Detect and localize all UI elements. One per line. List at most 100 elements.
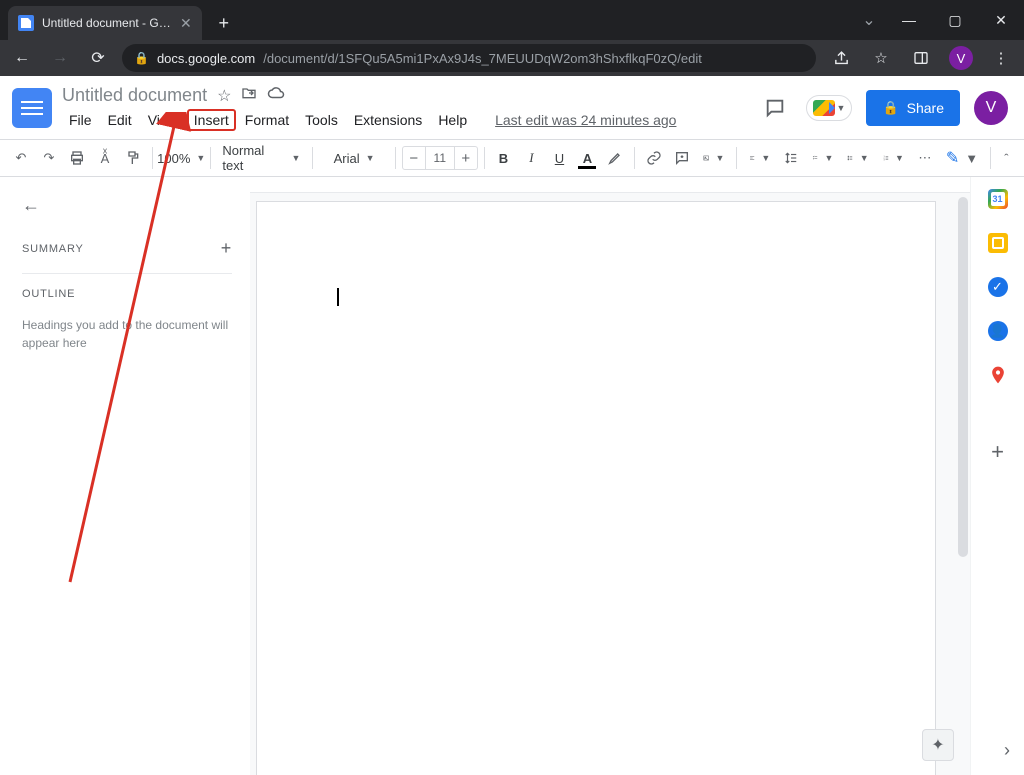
menu-extensions[interactable]: Extensions — [347, 109, 429, 131]
menu-file[interactable]: File — [62, 109, 99, 131]
chevron-down-icon: ▼ — [715, 153, 724, 163]
divider — [22, 273, 232, 274]
paint-format-button[interactable] — [120, 145, 146, 171]
tab-close-icon[interactable]: ✕ — [180, 15, 192, 32]
menu-help[interactable]: Help — [431, 109, 474, 131]
window-minimize-button[interactable]: ― — [886, 4, 932, 36]
more-tools-button[interactable]: ⋯ — [912, 145, 938, 171]
meet-button[interactable]: ▼ — [806, 95, 853, 121]
meet-camera-icon — [813, 100, 835, 116]
doc-title[interactable]: Untitled document — [62, 85, 207, 106]
paragraph-style-select[interactable]: Normal text ▼ — [216, 145, 306, 171]
redo-button[interactable]: ↷ — [36, 145, 62, 171]
menu-insert[interactable]: Insert — [187, 109, 236, 131]
nav-back-button[interactable]: ← — [8, 44, 36, 72]
last-edit-link[interactable]: Last edit was 24 minutes ago — [488, 109, 683, 131]
outline-heading: OUTLINE — [22, 288, 232, 300]
share-page-icon[interactable] — [826, 44, 856, 72]
add-comment-button[interactable] — [669, 145, 695, 171]
explore-button[interactable]: ✦ — [922, 729, 954, 761]
comment-history-icon[interactable] — [758, 91, 792, 125]
text-color-button[interactable]: A — [574, 145, 600, 171]
menu-view[interactable]: View — [141, 109, 185, 131]
show-side-panel-button[interactable]: › — [1004, 740, 1010, 761]
doc-header: Untitled document ☆ File Edit View Inser… — [0, 76, 1024, 131]
share-button[interactable]: 🔒 Share — [866, 90, 960, 126]
account-avatar[interactable]: V — [974, 91, 1008, 125]
style-value: Normal text — [222, 143, 285, 173]
keep-icon[interactable] — [988, 233, 1008, 253]
outline-empty-hint: Headings you add to the document will ap… — [22, 316, 232, 352]
docs-favicon — [18, 15, 34, 31]
pencil-icon: ✎ — [946, 148, 959, 168]
document-canvas[interactable] — [250, 177, 970, 775]
numbered-list-button[interactable]: 123▼ — [877, 145, 910, 171]
browser-tab[interactable]: Untitled document - Google Doc ✕ — [8, 6, 202, 40]
horizontal-ruler[interactable] — [250, 177, 970, 193]
font-value: Arial — [334, 151, 360, 166]
bold-button[interactable]: B — [490, 145, 516, 171]
align-button[interactable]: ▼ — [743, 145, 776, 171]
font-select[interactable]: Arial▼ — [319, 145, 389, 171]
add-summary-button[interactable]: + — [221, 238, 232, 259]
outline-collapse-button[interactable]: ← — [22, 195, 232, 216]
menu-format[interactable]: Format — [238, 109, 296, 131]
window-controls: ⌄ ― ▢ ✕ — [852, 0, 1024, 40]
chevron-down-icon: ▼ — [291, 153, 300, 163]
italic-button[interactable]: I — [518, 145, 544, 171]
font-size-decrease[interactable]: − — [403, 150, 425, 167]
menu-bar: File Edit View Insert Format Tools Exten… — [62, 109, 683, 131]
maps-icon[interactable] — [988, 365, 1008, 385]
cloud-status-icon[interactable] — [267, 84, 285, 107]
print-button[interactable] — [64, 145, 90, 171]
insert-image-button[interactable]: ▼ — [697, 145, 730, 171]
vertical-scrollbar[interactable] — [958, 197, 968, 557]
new-tab-button[interactable]: + — [210, 9, 238, 37]
bookmark-star-icon[interactable]: ☆ — [866, 44, 896, 72]
font-size-control: − 11 + — [402, 146, 478, 170]
get-addons-button[interactable]: + — [991, 439, 1004, 465]
profile-avatar[interactable]: V — [946, 44, 976, 72]
line-spacing-button[interactable] — [778, 145, 804, 171]
zoom-select[interactable]: 100%▼ — [159, 145, 204, 171]
hide-menus-button[interactable]: ˆ — [997, 151, 1016, 166]
bulleted-list-button[interactable]: ▼ — [841, 145, 874, 171]
underline-button[interactable]: U — [546, 145, 572, 171]
chrome-menu-icon[interactable]: ⋮ — [986, 44, 1016, 72]
menu-edit[interactable]: Edit — [101, 109, 139, 131]
move-icon[interactable] — [241, 85, 257, 106]
menu-tools[interactable]: Tools — [298, 109, 345, 131]
account-initial: V — [986, 99, 997, 117]
side-panel-rail: 31 ✓ 👤 + — [970, 177, 1024, 775]
omnibox[interactable]: 🔒 docs.google.com/document/d/1SFQu5A5mi1… — [122, 44, 816, 72]
font-size-input[interactable]: 11 — [425, 147, 455, 169]
chevron-down-icon: ▼ — [825, 153, 834, 163]
formatting-toolbar: ↶ ↷ Aͯ 100%▼ Normal text▼ Arial▼ − 11 + … — [0, 139, 1024, 177]
browser-titlebar: Untitled document - Google Doc ✕ + ⌄ ― ▢… — [0, 0, 1024, 40]
window-close-button[interactable]: ✕ — [978, 4, 1024, 36]
calendar-icon[interactable]: 31 — [988, 189, 1008, 209]
tasks-icon[interactable]: ✓ — [988, 277, 1008, 297]
browser-address-bar: ← → ⟳ 🔒 docs.google.com/document/d/1SFQu… — [0, 40, 1024, 76]
font-size-increase[interactable]: + — [455, 150, 477, 167]
url-path: /document/d/1SFQu5A5mi1PxAx9J4s_7MEUUDqW… — [263, 51, 702, 66]
side-panel-icon[interactable] — [906, 44, 936, 72]
undo-button[interactable]: ↶ — [8, 145, 34, 171]
tab-search-icon[interactable]: ⌄ — [852, 4, 886, 36]
document-page[interactable] — [256, 201, 936, 775]
chevron-down-icon: ▼ — [965, 151, 978, 166]
contacts-icon[interactable]: 👤 — [988, 321, 1008, 341]
chevron-down-icon: ▼ — [895, 153, 904, 163]
nav-reload-button[interactable]: ⟳ — [84, 44, 112, 72]
checklist-button[interactable]: ▼ — [806, 145, 839, 171]
star-icon[interactable]: ☆ — [217, 86, 231, 106]
insert-link-button[interactable] — [641, 145, 667, 171]
spellcheck-button[interactable]: Aͯ — [92, 145, 118, 171]
window-maximize-button[interactable]: ▢ — [932, 4, 978, 36]
highlight-color-button[interactable] — [602, 145, 628, 171]
docs-logo-icon[interactable] — [12, 88, 52, 128]
google-docs-app: Untitled document ☆ File Edit View Inser… — [0, 76, 1024, 775]
editing-mode-button[interactable]: ✎ ▼ — [940, 145, 984, 171]
nav-forward-button[interactable]: → — [46, 44, 74, 72]
workspace: ← SUMMARY + OUTLINE Headings you add to … — [0, 177, 1024, 775]
